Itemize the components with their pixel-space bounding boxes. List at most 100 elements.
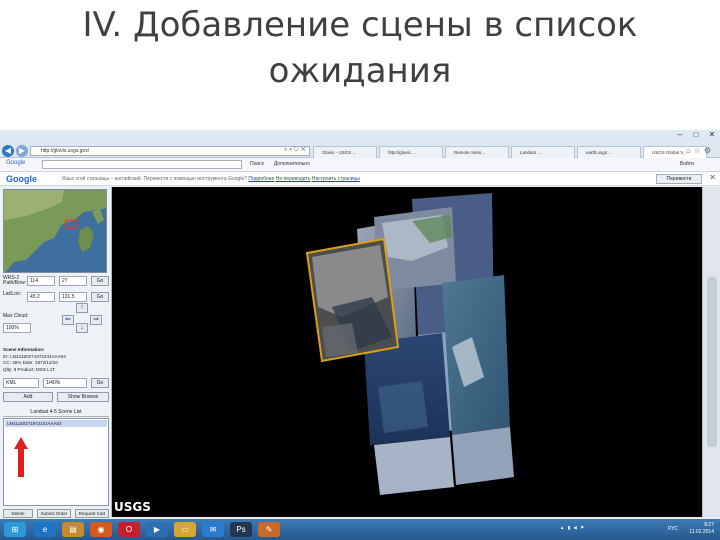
- media-icon[interactable]: ▶: [146, 522, 168, 537]
- translate-link-never[interactable]: Не переводить: [276, 176, 311, 182]
- window-controls: – □ ✕: [674, 131, 718, 140]
- path-input[interactable]: 114: [27, 276, 55, 286]
- close-icon[interactable]: ✕: [706, 131, 718, 140]
- google-toolbar-items: Поиск Дополнительно Войти: [250, 161, 694, 167]
- tray-icons[interactable]: ▲ ▮ ◀ ⚑: [560, 525, 585, 531]
- translate-text: Язык этой страницы – английский. Перевес…: [62, 176, 247, 182]
- photoshop-icon[interactable]: Ps: [230, 522, 252, 537]
- slide-title-line1: IV. Добавление сцены в список: [82, 5, 638, 45]
- close-icon[interactable]: ✕: [709, 173, 716, 182]
- add-button[interactable]: Add: [3, 392, 53, 402]
- add-row: Add Show Browse: [3, 391, 109, 403]
- window-titlebar: – □ ✕: [0, 130, 720, 144]
- go-lat-lon-button[interactable]: Go: [91, 292, 109, 302]
- screenshot: – □ ✕ ◀ ▶ http://glovis.usgs.gov/ ⌕▾↻✕ G…: [0, 130, 720, 540]
- slide-title-line2: ожидания: [268, 51, 452, 91]
- lat-input[interactable]: 45.2: [27, 292, 55, 302]
- start-icon[interactable]: ⊞: [4, 522, 26, 537]
- tab[interactable]: Landsat ...: [511, 146, 575, 158]
- google-toolbar: Google Поиск Дополнительно Войти: [0, 158, 720, 172]
- nav-left-icon[interactable]: ⇐: [62, 315, 74, 325]
- clock-time: 8:27: [704, 522, 714, 528]
- taskbar: ⊞ e ▤ ◉ O ▶ ▭ ✉ Ps ✎ ▲ ▮ ◀ ⚑ РУС 8:27 11…: [0, 519, 720, 540]
- translate-button[interactable]: Перевести: [656, 174, 702, 184]
- scene-footprint[interactable]: [452, 427, 514, 485]
- scene-viewer[interactable]: USGS: [112, 187, 702, 517]
- go-resolution-button[interactable]: Go: [91, 378, 109, 388]
- resolution-select[interactable]: KML: [3, 378, 39, 388]
- url-input[interactable]: http://glovis.usgs.gov/: [30, 146, 310, 156]
- back-button[interactable]: ◀: [2, 145, 14, 157]
- scrollbar-thumb[interactable]: [707, 277, 717, 447]
- lon-input[interactable]: 131.5: [59, 292, 87, 302]
- google-logo: Google: [6, 174, 37, 184]
- clock-date: 11.02.2014: [689, 529, 714, 535]
- google-toolbar-brand: Google: [6, 160, 26, 166]
- tab-label: Landsat ...: [520, 150, 542, 155]
- control-panel: WRS-2 Path/Row: 114 27 Go Lat/Lon: 45.2 …: [0, 187, 112, 518]
- go-path-row-button[interactable]: Go: [91, 276, 109, 286]
- opera-icon[interactable]: O: [118, 522, 140, 537]
- overview-map[interactable]: [3, 189, 107, 273]
- forward-button[interactable]: ▶: [16, 145, 28, 157]
- delete-button[interactable]: Delete: [3, 509, 33, 518]
- nav-down-icon[interactable]: ↓: [76, 323, 88, 333]
- red-arrow-icon: [14, 437, 28, 477]
- clock[interactable]: 8:27 11.02.2014: [689, 522, 714, 536]
- scene-nav-pad: ↑ ⇐ ⇒ ↓: [56, 303, 108, 341]
- folder-icon[interactable]: ▭: [174, 522, 196, 537]
- show-browse-button[interactable]: Show Browse: [57, 392, 109, 402]
- slide-title: IV. Добавление сцены в список ожидания: [0, 0, 720, 130]
- firefox-icon[interactable]: ◉: [90, 522, 112, 537]
- list-item[interactable]: LM11150271972241AAA04: [5, 420, 107, 427]
- nav-up-icon[interactable]: ↑: [76, 303, 88, 313]
- google-toolbar-item[interactable]: Войти: [680, 161, 694, 167]
- tab[interactable]: http://glovis ...: [379, 146, 443, 158]
- scene-mosaic: [305, 193, 514, 495]
- tab-label: http://glovis ...: [388, 150, 416, 155]
- translate-link-settings[interactable]: Настроить страницы: [312, 176, 360, 182]
- translate-link-more[interactable]: Подробнее: [248, 176, 274, 182]
- tab-label: USGS Global V...: [652, 150, 687, 155]
- source-select[interactable]: 1/40%: [43, 378, 87, 388]
- scene-quality: Qlty: 9 Product: MSS L1T: [3, 366, 56, 372]
- input-language[interactable]: РУС: [668, 526, 678, 532]
- scene-list-title: Landsat 4-5 Scene List: [3, 407, 109, 417]
- tab-strip: Glovis - USGS ... http://glovis ... Remo…: [313, 146, 707, 158]
- tab-label: Remote Sens...: [454, 150, 486, 155]
- path-row-row: WRS-2 Path/Row: 114 27 Go: [3, 275, 109, 287]
- tab[interactable]: earth.usgs...: [577, 146, 641, 158]
- lat-lon-row: Lat/Lon: 45.2 131.5 Go: [3, 291, 109, 303]
- explorer-icon[interactable]: ▤: [62, 522, 84, 537]
- translate-bar: Google Язык этой страницы – английский. …: [0, 172, 720, 186]
- minimize-icon[interactable]: –: [674, 131, 686, 140]
- tab-label: earth.usgs...: [586, 150, 611, 155]
- google-toolbar-item[interactable]: Дополнительно: [274, 161, 310, 167]
- request-cart-button[interactable]: Request Cart: [75, 509, 109, 518]
- row-input[interactable]: 27: [59, 276, 87, 286]
- tab-label: Glovis - USGS ...: [322, 150, 357, 155]
- vertical-scrollbar[interactable]: [702, 187, 720, 517]
- maximize-icon[interactable]: □: [690, 131, 702, 140]
- max-cloud-select[interactable]: 100%: [3, 323, 31, 333]
- tab[interactable]: Remote Sens...: [445, 146, 509, 158]
- google-toolbar-item[interactable]: Поиск: [250, 161, 264, 167]
- ie-icon[interactable]: e: [34, 522, 56, 537]
- nav-right-icon[interactable]: ⇒: [90, 315, 102, 325]
- resolution-row: KML 1/40% Go: [3, 377, 109, 389]
- max-cloud-label: Max Cloud:: [3, 313, 29, 319]
- lat-lon-label: Lat/Lon:: [3, 291, 22, 297]
- address-bar: ◀ ▶ http://glovis.usgs.gov/ ⌕▾↻✕ Glovis …: [0, 144, 720, 158]
- google-search-input[interactable]: [42, 160, 242, 169]
- tab[interactable]: Glovis - USGS ...: [313, 146, 377, 158]
- browser-tools[interactable]: ⌂☆⚙: [686, 146, 714, 155]
- paint-icon[interactable]: ✎: [258, 522, 280, 537]
- scene-footprint[interactable]: [374, 437, 454, 495]
- submit-order-button[interactable]: Submit Order: [37, 509, 71, 518]
- scene-information: Scene Information: ID: LM11150271972241A…: [3, 347, 109, 373]
- outlook-icon[interactable]: ✉: [202, 522, 224, 537]
- overview-map-graphic: [4, 190, 106, 272]
- usgs-logo: USGS: [114, 500, 151, 514]
- path-row-label: WRS-2 Path/Row:: [3, 275, 27, 286]
- url-tools[interactable]: ⌕▾↻✕: [284, 147, 308, 154]
